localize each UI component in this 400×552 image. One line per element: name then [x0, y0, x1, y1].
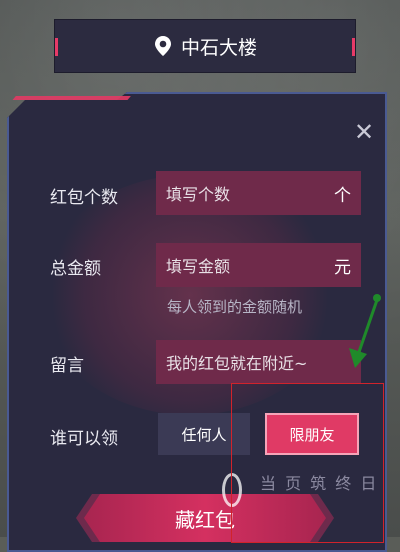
count-unit: 个 — [334, 185, 351, 206]
message-field[interactable]: 我的红包就在附近~ — [156, 340, 361, 384]
annotation-arrow-icon — [349, 294, 381, 368]
close-icon[interactable]: ✕ — [352, 120, 376, 144]
amount-hint: 每人领到的金额随机 — [167, 298, 303, 316]
message-value: 我的红包就在附近~ — [166, 354, 308, 373]
location-bar-accent-right — [352, 38, 355, 56]
map-pin-icon — [153, 35, 173, 57]
amount-label: 总金额 — [50, 259, 101, 279]
location-bar-accent-left — [55, 38, 58, 56]
panel-corner-accent — [4, 96, 131, 110]
amount-placeholder: 填写金额 — [166, 257, 231, 276]
who-label: 谁可以领 — [50, 429, 118, 449]
amount-unit: 元 — [334, 257, 351, 278]
location-name: 中石大楼 — [180, 36, 257, 59]
amount-field[interactable]: 填写金额 元 — [156, 243, 361, 287]
annotation-highlight-box — [231, 383, 384, 543]
message-label: 留言 — [50, 356, 84, 376]
count-label: 红包个数 — [50, 188, 118, 208]
count-field[interactable]: 填写个数 个 — [156, 171, 361, 215]
count-placeholder: 填写个数 — [166, 185, 231, 204]
location-bar[interactable]: 中石大楼 — [54, 19, 356, 73]
